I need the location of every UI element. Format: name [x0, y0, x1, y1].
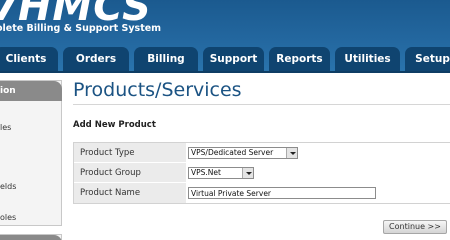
- section-title: Add New Product: [73, 120, 156, 130]
- product-type-cell: VPS/Dedicated Server: [186, 143, 450, 163]
- main-nav: Clients Orders Billing Support Reports U…: [0, 47, 450, 71]
- chevron-down-icon: [286, 148, 297, 158]
- title-divider: [73, 104, 450, 105]
- tagline: olete Billing & Support System: [0, 23, 162, 34]
- sidebar-header-2: [0, 235, 62, 240]
- tab-billing[interactable]: Billing: [134, 47, 198, 71]
- sidebar-panel-2: [0, 234, 62, 240]
- tab-setup[interactable]: Setup: [405, 47, 450, 71]
- product-group-value: VPS.Net: [191, 168, 221, 177]
- tab-utilities[interactable]: Utilities: [335, 47, 400, 71]
- continue-button[interactable]: Continue >>: [383, 220, 447, 234]
- form-row-product-type: Product Type VPS/Dedicated Server: [74, 143, 450, 163]
- add-product-form: Product Type VPS/Dedicated Server Produc…: [73, 142, 450, 204]
- app-header: VHMCS olete Billing & Support System Cli…: [0, 0, 450, 72]
- tab-reports[interactable]: Reports: [269, 47, 330, 71]
- product-group-select[interactable]: VPS.Net: [188, 167, 254, 179]
- form-row-product-name: Product Name: [74, 183, 450, 203]
- tab-clients[interactable]: Clients: [0, 47, 58, 71]
- sidebar-panel: ion les elds oles: [0, 80, 62, 226]
- form-row-product-group: Product Group VPS.Net: [74, 163, 450, 183]
- header-divider: [0, 71, 450, 73]
- sidebar-header: ion: [0, 81, 62, 101]
- product-type-value: VPS/Dedicated Server: [191, 148, 274, 157]
- page-title: Products/Services: [73, 79, 242, 101]
- sidebar-item-2[interactable]: elds: [0, 182, 16, 191]
- product-name-label: Product Name: [80, 188, 141, 198]
- product-type-label: Product Type: [80, 148, 135, 158]
- chevron-down-icon: [242, 168, 253, 178]
- product-group-label: Product Group: [80, 168, 141, 178]
- product-type-select[interactable]: VPS/Dedicated Server: [188, 147, 298, 159]
- tab-support[interactable]: Support: [203, 47, 264, 71]
- product-name-input[interactable]: [188, 187, 376, 199]
- sidebar-item-1[interactable]: les: [0, 123, 11, 132]
- tab-orders[interactable]: Orders: [63, 47, 129, 71]
- product-name-cell: [186, 183, 450, 203]
- product-group-cell: VPS.Net: [186, 163, 450, 183]
- sidebar-item-3[interactable]: oles: [0, 213, 16, 222]
